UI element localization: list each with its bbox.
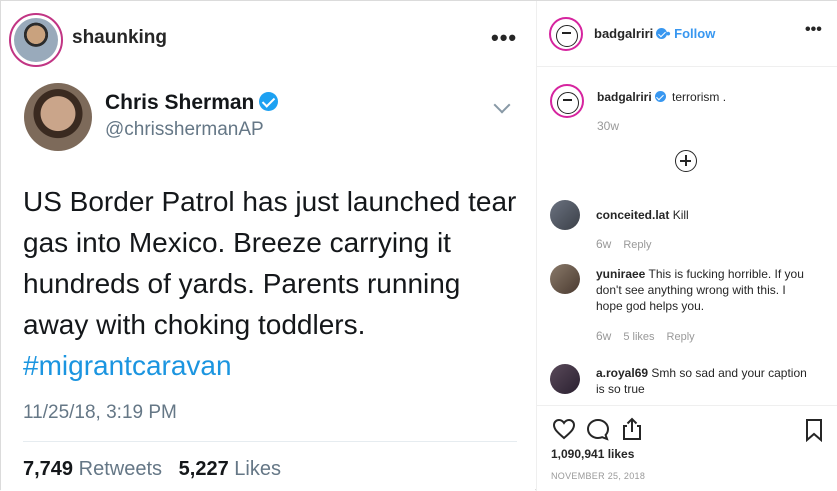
heart-icon[interactable] — [552, 418, 576, 440]
commenter-avatar[interactable] — [550, 264, 580, 294]
instagram-post-window: shaunking ••• Chris Sherman @chrissherma… — [0, 0, 837, 491]
caption-username[interactable]: badgalriri — [597, 90, 652, 104]
post-username[interactable]: shaunking — [72, 27, 167, 49]
caption-text: terrorism . — [672, 90, 727, 104]
sidebar-username-text: badgalriri — [594, 26, 654, 41]
comment-time: 6w — [596, 329, 612, 343]
badgalriri-avatar[interactable] — [549, 17, 583, 51]
comment-meta: 6w Reply — [596, 237, 663, 251]
reply-button[interactable]: Reply — [667, 331, 695, 343]
bookmark-icon[interactable] — [805, 418, 823, 442]
comment-icon[interactable] — [586, 418, 610, 442]
comment-body: conceited.lat Kill — [596, 207, 811, 223]
tweet-timestamp: 11/25/18, 3:19 PM — [23, 402, 177, 423]
load-more-comments-icon[interactable] — [675, 150, 697, 172]
post-header: shaunking ••• — [1, 1, 535, 77]
caption: badgalriri terrorism . — [597, 90, 726, 104]
commenter-avatar[interactable] — [550, 200, 580, 230]
follow-button[interactable]: • Follow — [666, 26, 715, 41]
tweet-author-name: Chris Sherman — [105, 91, 279, 115]
tweet-likes-label: Likes — [234, 458, 281, 480]
post-date: NOVEMBER 25, 2018 — [551, 471, 646, 481]
tweet-line-4: away with choking toddlers. — [23, 309, 366, 340]
chevron-down-icon — [493, 96, 511, 114]
reply-button[interactable]: Reply — [623, 239, 651, 251]
likes-count[interactable]: 1,090,941 likes — [551, 447, 634, 461]
comment-text: Kill — [672, 208, 689, 222]
more-dots-icon[interactable]: ••• — [491, 25, 517, 51]
tweet-text: US Border Patrol has just launched tear … — [23, 181, 523, 345]
post-sidebar: badgalriri • Follow ••• badgalriri terro… — [536, 1, 837, 491]
more-dots-icon[interactable]: ••• — [805, 21, 822, 39]
verified-badge-icon — [654, 91, 666, 102]
tweet-line-3: hundreds of yards. Parents running — [23, 268, 461, 299]
comment-username[interactable]: yuniraee — [596, 267, 645, 281]
sidebar-header: badgalriri • Follow ••• — [537, 1, 837, 67]
retweets-count: 7,749 — [23, 458, 74, 480]
tweet-author-name-text: Chris Sherman — [105, 91, 255, 114]
tweet-stats: 7,749 Retweets 5,227 Likes — [23, 458, 281, 481]
comment-meta: 6w 5 likes Reply — [596, 329, 707, 343]
verified-badge-icon — [259, 92, 279, 111]
tweet-author-avatar — [24, 83, 92, 151]
tweet-likes-count: 5,227 — [178, 458, 229, 480]
comment-username[interactable]: conceited.lat — [596, 208, 669, 222]
comment-time: 6w — [596, 237, 612, 251]
tweet-hashtag: #migrantcaravan — [23, 350, 232, 381]
profile-photo — [14, 18, 58, 62]
sidebar-username[interactable]: badgalriri — [594, 26, 668, 41]
share-icon[interactable] — [621, 417, 643, 441]
tweet-line-2: gas into Mexico. Breeze carrying it — [23, 227, 451, 258]
caption-time: 30w — [597, 119, 620, 133]
post-media-panel: shaunking ••• Chris Sherman @chrissherma… — [1, 1, 535, 491]
comment-body: yuniraee This is fucking horrible. If yo… — [596, 266, 811, 314]
comment-likes[interactable]: 5 likes — [623, 331, 654, 343]
comment-username[interactable]: a.royal69 — [596, 366, 648, 380]
comments-list: badgalriri terrorism . 30w conceited.lat… — [537, 68, 837, 405]
caption-avatar[interactable] — [550, 84, 584, 118]
tweet-divider — [23, 441, 517, 442]
tweet-author-handle: @chrisshermanAP — [105, 119, 264, 140]
tweet-line-1: US Border Patrol has just launched tear — [23, 186, 517, 217]
comment-body: a.royal69 Smh so sad and your caption is… — [596, 365, 811, 397]
post-actions: 1,090,941 likes NOVEMBER 25, 2018 — [537, 405, 837, 491]
commenter-avatar[interactable] — [550, 364, 580, 394]
retweets-label: Retweets — [78, 458, 162, 480]
shaunking-avatar[interactable] — [9, 13, 63, 67]
